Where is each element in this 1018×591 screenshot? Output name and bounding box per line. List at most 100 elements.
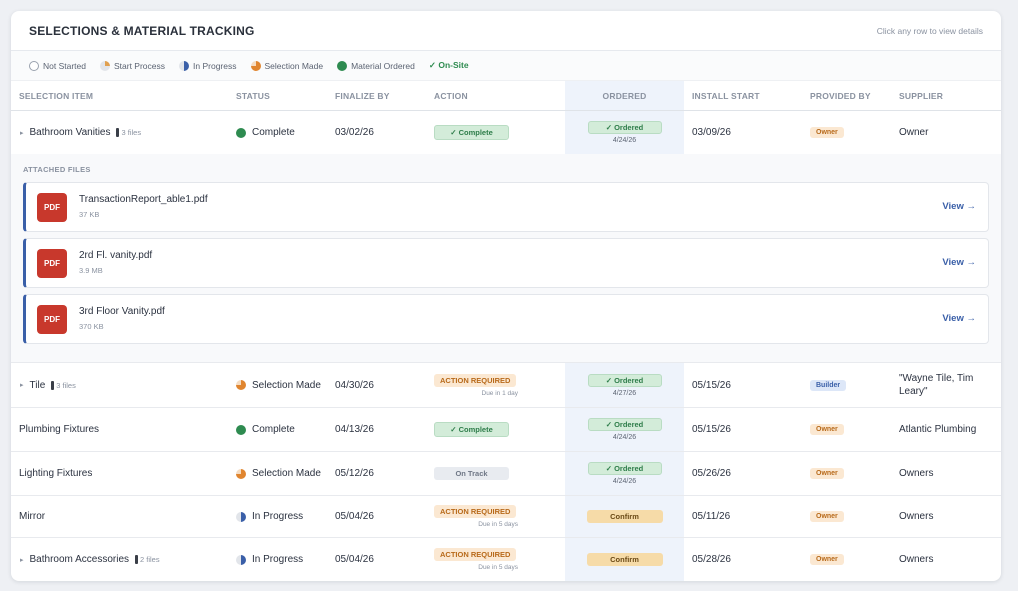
ordered-date: 4/24/26 xyxy=(612,137,637,144)
chevron-right-icon[interactable]: ▸ xyxy=(20,381,24,389)
in-progress-icon xyxy=(179,60,190,71)
provided-badge: Builder xyxy=(810,379,847,391)
material-ordered-icon xyxy=(337,60,348,71)
table-row[interactable]: ▸ Tile 3 files Selection Made 04/30/26 A… xyxy=(11,363,1001,408)
tracking-card: SELECTIONS & MATERIAL TRACKING Click any… xyxy=(11,11,1001,581)
ordered-cell: ✓ Ordered 4/24/26 xyxy=(565,452,684,495)
pdf-icon: PDF xyxy=(37,193,67,222)
install-date: 03/09/26 xyxy=(692,127,731,138)
col-ordered[interactable]: ORDERED xyxy=(565,81,684,110)
selection-made-status-icon xyxy=(236,468,246,479)
ordered-date: 4/24/26 xyxy=(612,478,637,485)
col-status[interactable]: STATUS xyxy=(236,81,270,110)
confirm-button[interactable]: Confirm xyxy=(586,510,663,523)
row-item: Mirror xyxy=(19,496,45,537)
ordered-date: 4/27/26 xyxy=(612,389,637,397)
file-name: TransactionReport_able1.pdf xyxy=(79,194,208,205)
ordered-badge[interactable]: ✓ Ordered xyxy=(587,418,662,431)
provided-badge: Owner xyxy=(810,554,844,565)
col-selection-item[interactable]: SELECTION ITEM xyxy=(19,81,93,110)
install-date: 05/11/26 xyxy=(692,511,731,522)
row-item: Plumbing Fixtures xyxy=(19,408,99,451)
provided-badge: Owner xyxy=(810,468,844,479)
status-cell: Selection Made xyxy=(236,363,321,407)
supplier-cell: Atlantic Plumbing xyxy=(899,424,977,435)
finalize-date: 05/04/26 xyxy=(335,511,374,522)
action-badge[interactable]: ✓ Complete xyxy=(434,125,509,140)
finalize-date: 05/12/26 xyxy=(335,468,374,479)
ordered-badge[interactable]: ✓ Ordered xyxy=(587,373,662,387)
status-cell: In Progress xyxy=(236,538,303,581)
action-cell: ACTION REQUIRED Due in 5 days xyxy=(434,538,518,581)
provided-cell: Owner xyxy=(810,111,844,154)
files-count[interactable]: 3 files xyxy=(116,128,141,137)
ordered-cell: Confirm xyxy=(565,496,684,537)
confirm-button[interactable]: Confirm xyxy=(586,553,663,566)
view-file-link[interactable]: View → xyxy=(942,313,976,324)
item-name: Lighting Fixtures xyxy=(19,468,93,479)
not-started-icon xyxy=(29,60,39,71)
action-badge[interactable]: ACTION REQUIRED xyxy=(434,505,517,518)
chevron-right-icon[interactable]: ▸ xyxy=(20,556,24,564)
files-count[interactable]: 2 files xyxy=(135,555,160,564)
finalize-date: 05/04/26 xyxy=(335,554,374,565)
table-row[interactable]: Lighting Fixtures Selection Made 05/12/2… xyxy=(11,452,1001,496)
status-cell: Selection Made xyxy=(236,452,321,495)
action-badge[interactable]: ACTION REQUIRED xyxy=(434,548,517,561)
action-cell: ✓ Complete xyxy=(434,408,509,451)
status-cell: In Progress xyxy=(236,496,303,537)
row-item: Lighting Fixtures xyxy=(19,452,92,495)
status-legend: Not Started Start Process In Progress Se… xyxy=(11,51,1001,81)
file-card[interactable]: PDF 3rd Floor Vanity.pdf 370 KB View → xyxy=(23,294,989,344)
legend-material-ordered: Material Ordered xyxy=(337,60,415,71)
action-badge[interactable]: ✓ Complete xyxy=(434,422,509,437)
view-file-link[interactable]: View → xyxy=(942,201,976,212)
supplier-cell: "Wayne Tile, Tim Leary" xyxy=(899,373,974,397)
legend-selection-made: Selection Made xyxy=(250,60,323,71)
page-title: SELECTIONS & MATERIAL TRACKING xyxy=(29,23,255,38)
supplier-cell: Owners xyxy=(899,511,934,522)
files-count[interactable]: 3 files xyxy=(51,380,76,390)
view-file-link[interactable]: View → xyxy=(942,257,976,268)
install-date: 05/15/26 xyxy=(692,424,731,435)
file-card[interactable]: PDF 2rd Fl. vanity.pdf 3.9 MB View → xyxy=(23,238,989,288)
row-item: ▸ Tile 3 files xyxy=(20,363,76,407)
col-provided-by[interactable]: PROVIDED BY xyxy=(810,81,871,110)
attachment-icon xyxy=(135,555,139,564)
provided-cell: Owner xyxy=(810,496,844,537)
attached-files-label: ATTACHED FILES xyxy=(23,165,91,174)
row-hint: Click any row to view details xyxy=(876,25,983,36)
row-item: ▸ Bathroom Accessories 2 files xyxy=(20,538,160,581)
status-cell: Complete xyxy=(236,408,295,451)
file-name: 3rd Floor Vanity.pdf xyxy=(79,306,165,317)
col-install-start[interactable]: INSTALL START xyxy=(692,81,760,110)
supplier-cell: Owner xyxy=(899,127,929,138)
action-badge[interactable]: On Track xyxy=(434,467,509,480)
file-card[interactable]: PDF TransactionReport_able1.pdf 37 KB Vi… xyxy=(23,182,989,232)
supplier-cell: Owners xyxy=(899,468,934,479)
table-row[interactable]: ▸ Bathroom Vanities 3 files Complete 03/… xyxy=(11,111,1001,155)
table-row[interactable]: Plumbing Fixtures Complete 04/13/26 ✓ Co… xyxy=(11,408,1001,452)
table-row[interactable]: ▸ Bathroom Accessories 2 files In Progre… xyxy=(11,538,1001,581)
provided-badge: Owner xyxy=(810,127,844,138)
table-row[interactable]: Mirror In Progress 05/04/26 ACTION REQUI… xyxy=(11,496,1001,538)
col-supplier[interactable]: SUPPLIER xyxy=(899,81,943,110)
legend-start-process: Start Process xyxy=(100,60,165,71)
action-badge[interactable]: ACTION REQUIRED xyxy=(434,373,517,387)
action-cell: ACTION REQUIRED Due in 5 days xyxy=(434,496,518,537)
col-action[interactable]: ACTION xyxy=(434,81,468,110)
ordered-badge[interactable]: ✓ Ordered xyxy=(587,121,662,134)
card-header: SELECTIONS & MATERIAL TRACKING Click any… xyxy=(11,11,1001,51)
supplier-cell: Owners xyxy=(899,554,934,565)
provided-cell: Builder xyxy=(810,363,847,407)
col-finalize-by[interactable]: FINALIZE BY xyxy=(335,81,390,110)
due-text: Due in 5 days xyxy=(478,521,518,528)
provided-cell: Owner xyxy=(810,408,844,451)
file-size: 37 KB xyxy=(79,210,100,219)
due-text: Due in 1 day xyxy=(481,389,519,397)
legend-in-progress: In Progress xyxy=(179,60,237,71)
finalize-date: 03/02/26 xyxy=(335,127,374,138)
table-header: SELECTION ITEM STATUS FINALIZE BY ACTION… xyxy=(11,81,1001,111)
chevron-right-icon[interactable]: ▸ xyxy=(20,129,24,137)
ordered-badge[interactable]: ✓ Ordered xyxy=(587,462,662,475)
